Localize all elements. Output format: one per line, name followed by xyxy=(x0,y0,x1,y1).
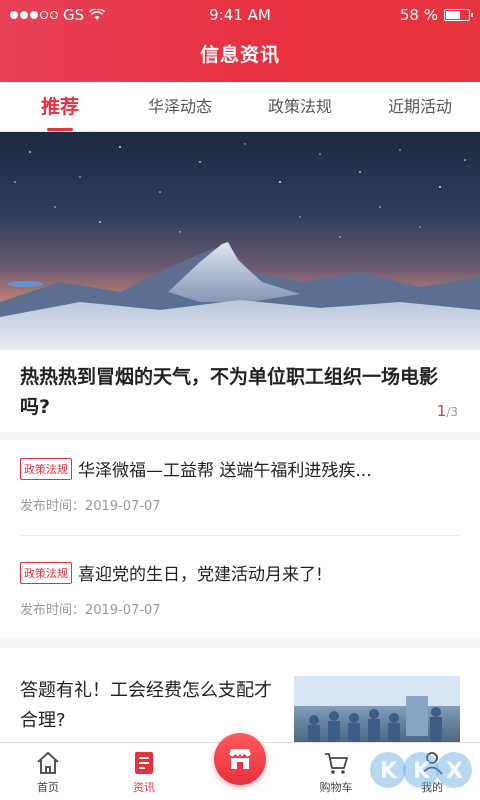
page-title: 信息资讯 xyxy=(199,44,280,66)
tab-recent-events[interactable]: 近期活动 xyxy=(360,82,480,131)
category-badge: 政策法规 xyxy=(20,457,72,480)
nav-home[interactable]: 首页 xyxy=(0,743,96,800)
svg-text:K: K xyxy=(380,759,398,784)
tab-bar: 推荐 华泽动态 政策法规 近期活动 xyxy=(0,82,480,132)
pager-total: /3 xyxy=(446,405,458,419)
news-item[interactable]: 政策法规 喜迎党的生日，党建活动月来了! 发布时间：2019-07-07 xyxy=(20,560,460,618)
tab-huaze-news[interactable]: 华泽动态 xyxy=(120,82,240,131)
mountain-illustration xyxy=(0,143,480,350)
screen: GS 9:41 AM 58 % 信息资讯 推荐 华泽动态 政策法规 近期活动 热… xyxy=(0,0,480,800)
nav-shop[interactable] xyxy=(192,733,288,800)
pager-current: 1 xyxy=(436,402,447,420)
featured-article[interactable]: 热热热到冒烟的天气，不为单位职工组织一场电影吗? 1/3 xyxy=(0,350,480,432)
nav-news-label: 资讯 xyxy=(133,781,155,794)
svg-text:X: X xyxy=(446,759,463,784)
news-title: 喜迎党的生日，党建活动月来了! xyxy=(78,565,323,585)
banner-image[interactable] xyxy=(0,132,480,350)
cart-icon xyxy=(325,753,348,774)
nav-cart-label: 购物车 xyxy=(319,781,353,794)
news-icon xyxy=(135,752,153,774)
shop-icon xyxy=(228,749,252,769)
banner-pager: 1/3 xyxy=(437,402,458,420)
news-item[interactable]: 政策法规 华泽微福—工益帮 送端午福利进残疾... 发布时间：2019-07-07 xyxy=(20,456,460,514)
nav-news[interactable]: 资讯 xyxy=(96,743,192,800)
divider xyxy=(20,535,460,536)
nav-home-label: 首页 xyxy=(37,781,59,794)
quiz-title: 答题有礼！工会经费怎么支配才合理? xyxy=(20,680,272,731)
status-bar: GS 9:41 AM 58 % xyxy=(0,0,480,30)
shop-button[interactable] xyxy=(214,733,266,785)
news-date: 发布时间：2019-07-07 xyxy=(20,499,161,514)
news-list: 政策法规 华泽微福—工益帮 送端午福利进残疾... 发布时间：2019-07-07… xyxy=(0,440,480,638)
news-date: 发布时间：2019-07-07 xyxy=(20,603,161,618)
tab-policy[interactable]: 政策法规 xyxy=(240,82,360,131)
tab-recommend[interactable]: 推荐 xyxy=(0,82,120,131)
featured-headline: 热热热到冒烟的天气，不为单位职工组织一场电影吗? xyxy=(20,366,439,418)
home-icon xyxy=(37,751,59,774)
battery-percent: 58 % xyxy=(399,6,438,24)
battery-icon xyxy=(444,9,473,21)
watermark-logo: K K X xyxy=(370,752,472,788)
app-header: GS 9:41 AM 58 % 信息资讯 xyxy=(0,0,480,82)
news-title: 华泽微福—工益帮 送端午福利进残疾... xyxy=(78,461,372,481)
status-right: 58 % xyxy=(399,6,473,24)
svg-text:K: K xyxy=(413,759,431,784)
category-badge: 政策法规 xyxy=(20,561,72,584)
